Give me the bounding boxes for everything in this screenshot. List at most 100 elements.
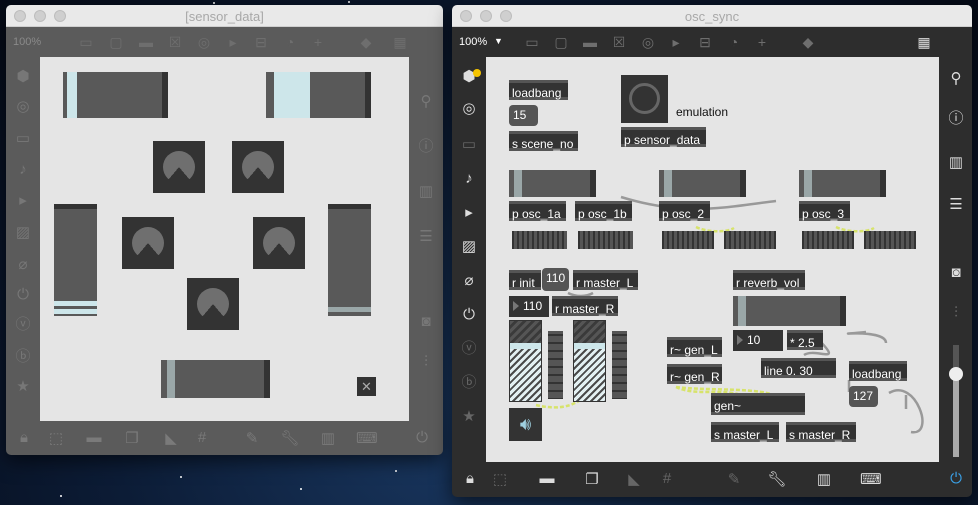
presentation-icon[interactable]: ▭ <box>522 33 542 51</box>
star-icon[interactable]: ★ <box>6 377 40 397</box>
piano-icon[interactable]: ▥ <box>814 470 834 488</box>
send-master-R-object[interactable]: s master_R <box>786 422 856 442</box>
message-icon[interactable]: ▢ <box>106 33 126 51</box>
wrench-icon[interactable]: 🔧︎ <box>280 429 300 447</box>
grid-icon[interactable]: # <box>657 470 677 487</box>
dial[interactable] <box>153 141 205 193</box>
button-icon[interactable]: ◎ <box>194 33 214 51</box>
wrench-icon[interactable]: 🔧︎ <box>767 470 787 488</box>
cube-icon[interactable]: ⬢ <box>6 67 40 87</box>
list-icon[interactable]: ☰ <box>409 227 443 247</box>
gain-number-box[interactable]: 110 <box>509 296 549 317</box>
search-icon[interactable]: ⚲ <box>939 69 972 89</box>
target-icon[interactable]: ◎ <box>452 99 486 119</box>
receive-gen-L-object[interactable]: r~ gen_L <box>667 337 722 357</box>
patcher-canvas[interactable]: ✕ <box>40 57 409 421</box>
search-icon[interactable]: ⚲ <box>409 92 443 112</box>
star-icon[interactable]: ★ <box>452 407 486 427</box>
clip-icon[interactable]: ⌀ <box>6 255 40 275</box>
receive-master-R-object[interactable]: r master_R <box>552 296 618 316</box>
piano-icon[interactable]: ▥ <box>318 429 338 447</box>
lock-icon[interactable]: 🔒︎ <box>14 429 34 446</box>
presentation-icon[interactable]: ▬ <box>537 470 557 487</box>
receive-reverb-vol-object[interactable]: r reverb_vol <box>733 270 805 290</box>
emulation-toggle[interactable] <box>621 75 668 123</box>
osc-3-subpatch[interactable]: p osc_3 <box>799 201 850 221</box>
book-icon[interactable]: ▥ <box>939 153 972 173</box>
chevron-down-icon[interactable]: ▼ <box>494 36 503 46</box>
toggle-icon[interactable]: ☒ <box>609 33 629 51</box>
speaker-icon[interactable]: 🔊︎ <box>509 408 542 441</box>
dial[interactable] <box>253 217 305 269</box>
wand-icon[interactable]: ✎ <box>242 429 262 447</box>
bench-icon[interactable]: ▭ <box>6 129 40 149</box>
reverb-slider[interactable] <box>733 296 846 326</box>
hide-icon[interactable]: ◣ <box>624 470 644 488</box>
vslider[interactable] <box>328 204 371 316</box>
dial[interactable] <box>122 217 174 269</box>
windows-icon[interactable]: ❐ <box>582 470 602 488</box>
add-icon[interactable]: + <box>308 33 328 51</box>
volume-slider[interactable] <box>949 345 963 457</box>
note-icon[interactable]: ♪ <box>6 160 40 180</box>
mixer-icon[interactable]: ⫶ <box>939 303 972 323</box>
play-icon[interactable]: ▸ <box>223 33 243 51</box>
image-icon[interactable]: ▨ <box>6 223 40 243</box>
select-icon[interactable]: ⬚ <box>46 429 66 447</box>
send-master-L-object[interactable]: s master_L <box>711 422 779 442</box>
osc-1-slider[interactable] <box>509 170 596 197</box>
power-icon[interactable]: ⏻ <box>412 429 432 446</box>
lock-icon[interactable]: 🔒︎ <box>460 470 480 487</box>
sensor-data-subpatch[interactable]: p sensor_data <box>621 127 706 147</box>
dial-icon[interactable]: ◔ <box>724 33 744 51</box>
book-icon[interactable]: ▥ <box>409 182 443 202</box>
line-object[interactable]: line 0. 30 <box>761 358 836 378</box>
multiply-object[interactable]: * 2.5 <box>787 330 823 350</box>
target-icon[interactable]: ◎ <box>6 97 40 117</box>
b-icon[interactable]: ⓑ <box>452 373 486 393</box>
init-110-message[interactable]: 110 <box>542 268 569 291</box>
message-icon[interactable]: ▢ <box>551 33 571 51</box>
select-icon[interactable]: ⬚ <box>490 470 510 488</box>
reverb-number-box[interactable]: 10 <box>733 330 783 351</box>
camera-icon[interactable]: ◙ <box>409 312 443 332</box>
b-icon[interactable]: ⓑ <box>6 347 40 367</box>
dial[interactable] <box>187 278 239 330</box>
receive-init-object[interactable]: r init <box>509 270 541 290</box>
hslider[interactable] <box>63 72 168 118</box>
clip-icon[interactable]: ⌀ <box>452 271 486 291</box>
osc-2-subpatch[interactable]: p osc_2 <box>659 201 710 221</box>
osc-1b-subpatch[interactable]: p osc_1b <box>575 201 632 221</box>
step-icon[interactable]: ▸ <box>6 191 40 211</box>
loadbang-object[interactable]: loadbang <box>849 361 907 381</box>
step-icon[interactable]: ▸ <box>452 203 486 223</box>
presentation-icon[interactable]: ▭ <box>76 33 96 51</box>
note-icon[interactable]: ♪ <box>452 169 486 189</box>
grid-icon[interactable]: # <box>192 429 212 446</box>
value-127-message[interactable]: 127 <box>849 386 878 407</box>
cube-icon[interactable]: ⬢ <box>452 67 486 87</box>
hslider[interactable] <box>161 360 270 398</box>
toggle-icon[interactable]: ☒ <box>165 33 185 51</box>
osc-1a-subpatch[interactable]: p osc_1a <box>509 201 566 221</box>
add-icon[interactable]: + <box>752 33 772 51</box>
loadbang-object[interactable]: loadbang <box>509 80 568 100</box>
v-icon[interactable]: ⓥ <box>6 315 40 335</box>
vslider[interactable] <box>54 204 97 316</box>
send-scene-object[interactable]: s scene_no <box>509 131 578 151</box>
gain-slider-right[interactable] <box>573 320 606 402</box>
slider-icon[interactable]: ⊟ <box>251 33 271 51</box>
keyboard-icon[interactable]: ⌨ <box>356 429 378 447</box>
zoom-level[interactable]: 100% <box>13 36 41 48</box>
gain-slider-left[interactable] <box>509 320 542 402</box>
hide-icon[interactable]: ◣ <box>161 429 181 447</box>
bench-icon[interactable]: ▭ <box>452 135 486 155</box>
windows-icon[interactable]: ❐ <box>122 429 142 447</box>
wand-icon[interactable]: ✎ <box>724 470 744 488</box>
dial-icon[interactable]: ◔ <box>280 33 300 51</box>
receive-gen-R-object[interactable]: r~ gen_R <box>667 364 722 384</box>
dial[interactable] <box>232 141 284 193</box>
toggle[interactable]: ✕ <box>357 377 376 396</box>
presentation-icon[interactable]: ▬ <box>84 429 104 446</box>
keyboard-icon[interactable]: ⌨ <box>860 470 882 488</box>
